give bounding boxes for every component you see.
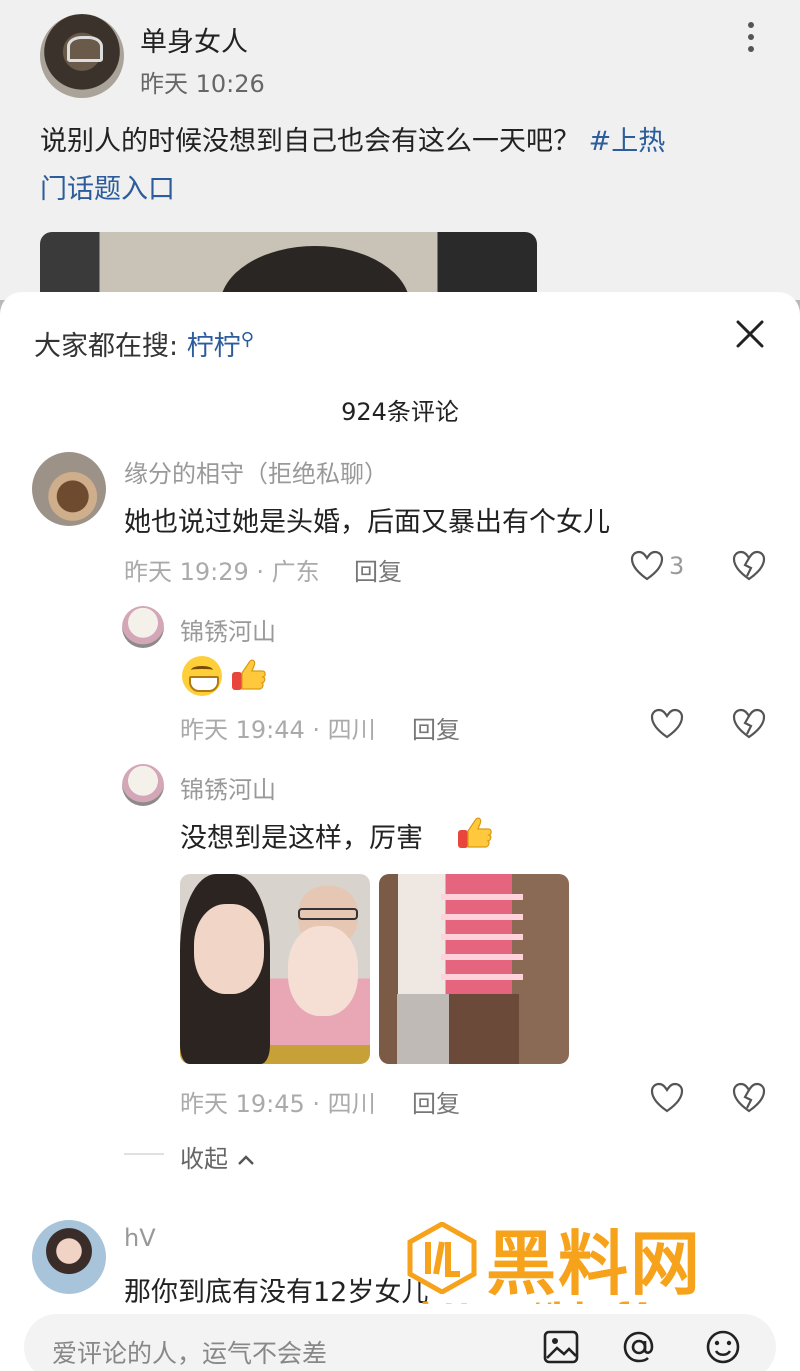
like-count: 3 [669,552,685,580]
avatar[interactable] [122,764,164,806]
watermark-logo-icon [407,1222,477,1294]
dislike-broken-heart-icon[interactable] [732,550,766,582]
dislike-broken-heart-icon[interactable] [732,708,766,740]
comment-input[interactable]: 爱评论的人，运气不会差 [24,1314,776,1371]
emoji-face-icon[interactable] [704,1328,742,1366]
thumbs-up-emoji-icon [232,659,266,690]
post-body: 说别人的时候没想到自己也会有这么一天吧？ [40,126,580,157]
trending-search[interactable]: 大家都在搜: 柠柠⚲ [34,324,254,363]
replier-name[interactable]: 锦锈河山 [180,770,276,805]
comment-text: 她也说过她是头婚，后面又暴出有个女儿 [124,507,610,538]
post-text: 说别人的时候没想到自己也会有这么一天吧？ #上热 门话题入口 [40,118,760,214]
post-time: 昨天 10:26 [140,70,265,98]
like-heart-icon[interactable] [630,550,664,582]
background-post: 单身女人 昨天 10:26 说别人的时候没想到自己也会有这么一天吧？ #上热 门话… [0,0,800,302]
trending-search-prefix: 大家都在搜: [34,331,187,362]
avatar[interactable] [32,1220,106,1294]
grin-emoji-icon [182,656,222,696]
comment-input-placeholder: 爱评论的人，运气不会差 [52,1339,328,1368]
reply-image-couple-photo[interactable] [379,874,569,1064]
avatar[interactable] [32,452,106,526]
search-icon: ⚲ [240,329,254,350]
watermark-brand: 黑料网 [486,1223,702,1305]
reply-button[interactable]: 回复 [412,1084,460,1119]
replier-name[interactable]: 锦锈河山 [180,612,276,647]
reply-button[interactable]: 回复 [354,552,402,587]
thumbs-up-emoji-icon [458,817,492,848]
reply-meta: 昨天 19:44 · 四川 [180,716,376,744]
like-heart-icon[interactable] [650,1082,684,1114]
post-author-name[interactable]: 单身女人 [140,20,248,59]
post-author-avatar[interactable] [40,14,124,98]
chevron-up-icon [237,1155,254,1165]
dislike-broken-heart-icon[interactable] [732,1082,766,1114]
close-icon[interactable] [732,316,768,352]
reply-button[interactable]: 回复 [412,710,460,745]
comment-count: 924条评论 [341,398,459,426]
reply-meta: 昨天 19:45 · 四川 [180,1090,376,1118]
more-options-icon[interactable] [746,22,756,52]
comment-input-bar: 爱评论的人，运气不会差 [0,1304,800,1371]
comment-meta: 昨天 19:29 · 广东 [124,558,320,586]
commenter-name[interactable]: hV [124,1224,156,1252]
collapse-divider [124,1153,164,1155]
reply-text: 没想到是这样，厉害 [180,823,423,854]
avatar[interactable] [122,606,164,648]
commenter-name[interactable]: 缘分的相守（拒绝私聊） [124,454,388,489]
image-icon[interactable] [542,1328,580,1366]
reply-image-family-photo[interactable] [180,874,370,1064]
like-heart-icon[interactable] [650,708,684,740]
trending-search-keyword[interactable]: 柠柠 [187,331,241,362]
collapse-label: 收起 [180,1145,228,1173]
mention-at-icon[interactable] [620,1328,658,1366]
collapse-replies-button[interactable]: 收起 [180,1139,256,1174]
